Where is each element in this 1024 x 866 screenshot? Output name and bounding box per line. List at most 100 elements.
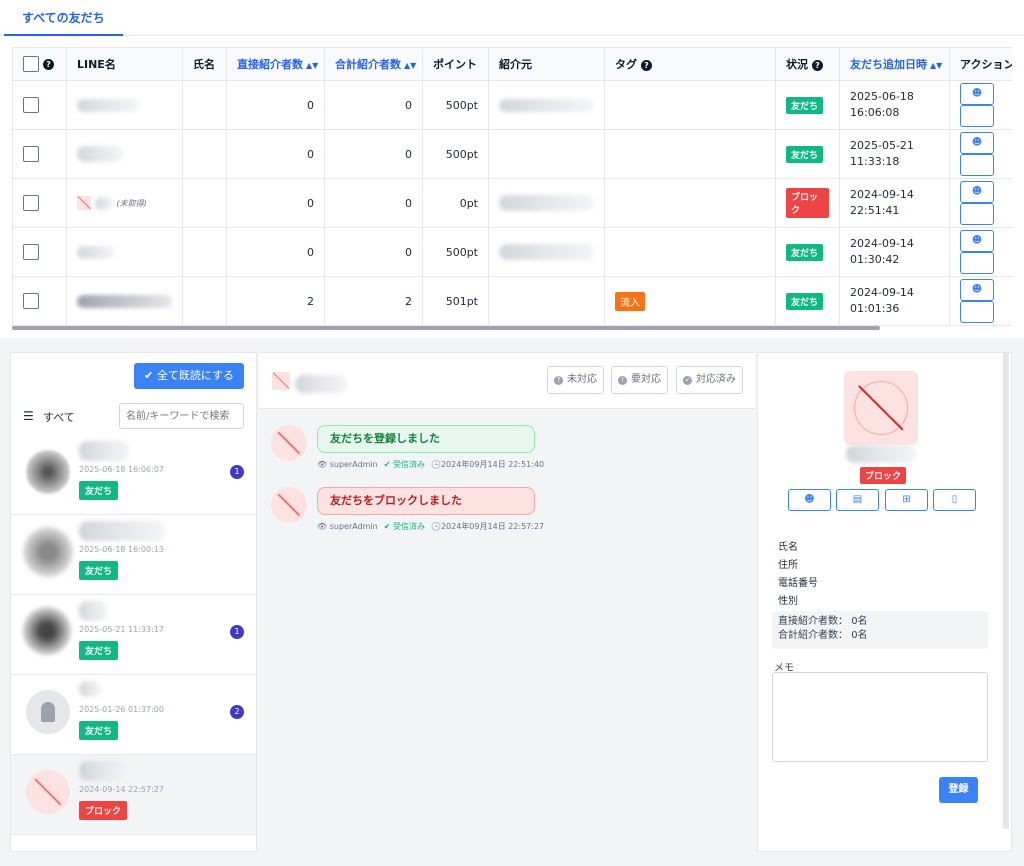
row-checkbox[interactable] [23,97,39,113]
added-date: 2025-06-18 [850,90,914,103]
row-checkbox[interactable] [23,146,39,162]
action-button[interactable] [960,203,994,225]
action-button[interactable] [960,301,994,323]
list-item[interactable]: 2024-09-14 22:57:27 ブロック [11,755,256,835]
list-item[interactable]: 2025-01-26 01:37:00 友だち 2 [11,675,256,755]
table-row[interactable]: (未取得) 0 0 0pt ブロック 2024-09-14 22:51:41 ☻ [12,178,1012,228]
field-address: 住所 [778,560,798,571]
filter-label[interactable]: すべて [43,409,75,425]
status-done-button[interactable]: ✓ 対応済み [676,366,743,394]
message-bubble: 友だちをブロックしました [317,487,535,515]
received-status: ✔ 受信済み [383,460,425,469]
tab-all-friends[interactable]: すべての友だち [4,0,123,36]
message-user: superAdmin [329,522,378,531]
search-input[interactable] [119,403,244,429]
friends-table-wrap: ? LINE名 氏名 直接紹介者数 ▲▼ 合計紹介者数 ▲▼ ポイント 紹介元 タグ… [12,47,1012,330]
conversation-list: 2025-06-18 16:06:07 友だち 1 2025-06-18 16:… [11,435,256,835]
message-time: 2025-01-26 01:37:00 [79,705,164,714]
save-button[interactable]: 登録 [939,777,978,803]
total-cell: 0 [324,129,423,179]
status-needs-action-button[interactable]: ! 要対応 [611,366,668,394]
message-time: 2024年09月14日 22:51:40 [440,460,545,469]
message-time: 2024-09-14 22:57:27 [79,785,164,794]
help-icon[interactable]: ? [641,59,652,71]
status-badge: 友だち [786,292,824,310]
document-button[interactable]: ▤ [836,489,879,511]
message-meta: 👁 superAdmin ✔ 受信済み 🕒2024年09月14日 22:57:27 [317,521,544,532]
direct-label: 直接紹介者数： [778,616,848,627]
referrer-cell [488,129,605,179]
action-button[interactable] [960,154,994,176]
file-button[interactable]: ▯ [933,489,976,511]
help-icon[interactable]: ? [812,59,823,71]
status-badge: ブロック [79,801,128,820]
header-referrer: 紹介元 [488,47,605,81]
points-cell: 0pt [422,178,489,228]
message-time: 2024年09月14日 22:57:27 [440,522,545,531]
row-checkbox[interactable] [23,195,39,211]
table-row[interactable]: 0 0 500pt 友だち 2025-06-18 16:06:08 ☻ [12,80,1012,130]
name-cell [182,227,227,277]
user-profile-button[interactable]: ☻ [960,230,994,252]
direct-cell: 0 [226,80,325,130]
sort-icon: ▲▼ [306,61,319,70]
user-profile-button[interactable]: ☻ [960,181,994,203]
status-unhandled-button[interactable]: ? 未対応 [547,366,604,394]
row-checkbox[interactable] [23,293,39,309]
total-value: 0名 [851,630,868,641]
table-row[interactable]: 2 2 501pt 流入 友だち 2024-09-14 01:01:36 ☻ [12,276,1012,326]
tag-badge[interactable]: 流入 [615,291,645,311]
contact-name-blurred [79,521,165,541]
user-profile-button[interactable]: ☻ [788,489,831,511]
list-item[interactable]: 2025-06-18 16:06:07 友だち 1 [11,435,256,515]
action-button[interactable] [960,252,994,274]
header-tag-label: タグ [615,58,637,71]
hierarchy-button[interactable]: ⊞ [885,489,928,511]
unread-count: 1 [230,625,244,639]
menu-icon[interactable]: ☰ [23,409,34,423]
name-cell [182,80,227,130]
profile-panel: ブロック ☻ ▤ ⊞ ▯ 氏名 住所 電話番号 性別 直接紹介者数： 0名 合計… [757,352,1012,852]
header-direct-referrals[interactable]: 直接紹介者数 ▲▼ [226,47,325,81]
table-row[interactable]: 0 0 500pt 友だち 2024-09-14 01:30:42 ☻ [12,227,1012,277]
status-badge: 友だち [79,561,119,580]
user-profile-button[interactable]: ☻ [960,132,994,154]
action-button[interactable] [960,105,994,127]
row-checkbox[interactable] [23,244,39,260]
list-item[interactable]: 2025-06-18 16:00:13 友だち [11,515,256,595]
line-name-blurred [77,245,115,259]
list-item[interactable]: 2025-05-21 11:33:17 友だち 1 [11,595,256,675]
select-all-checkbox[interactable] [23,56,39,72]
referrer-blurred [499,98,594,112]
message-user: superAdmin [329,460,378,469]
status-label: 要対応 [631,374,661,385]
user-profile-button[interactable]: ☻ [960,279,994,301]
horizontal-scrollbar[interactable] [12,326,880,330]
status-badge: 友だち [786,96,824,114]
added-time: 01:30:42 [850,253,900,266]
no-image-icon [26,770,70,814]
header-total-referrals[interactable]: 合計紹介者数 ▲▼ [324,47,423,81]
user-profile-button[interactable]: ☻ [960,83,994,105]
mark-all-read-button[interactable]: ✔ 全て既読にする [134,363,244,389]
total-cell: 0 [324,80,423,130]
table-row[interactable]: 0 0 500pt 友だち 2025-05-21 11:33:18 ☻ [12,129,1012,179]
points-cell: 500pt [422,129,489,179]
contact-name-blurred [846,445,916,463]
header-direct-label: 直接紹介者数 [237,58,303,71]
header-points: ポイント [422,47,489,81]
header-status-label: 状況 [786,58,808,71]
friends-list-card: すべての友だち ? LINE名 氏名 直接紹介者数 ▲▼ 合計紹介者数 ▲▼ ポイン… [0,0,1024,338]
field-phone: 電話番号 [778,578,818,589]
vertical-scrollbar[interactable] [1003,353,1009,829]
header-added-date[interactable]: 友だち追加日時 ▲▼ [839,47,950,81]
total-cell: 0 [324,227,423,277]
help-icon[interactable]: ? [43,58,54,70]
status-badge: 友だち [79,721,119,740]
alert-icon: ! [618,376,627,385]
field-gender: 性別 [778,596,798,607]
sort-icon: ▲▼ [404,61,417,70]
memo-textarea[interactable] [772,672,988,762]
status-label: 対応済み [696,374,736,385]
header-actions: アクション [949,47,1012,81]
